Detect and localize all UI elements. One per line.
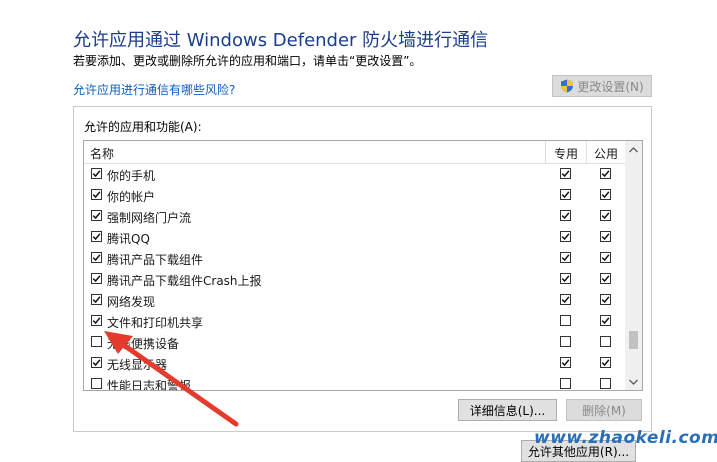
row-enabled-checkbox[interactable] — [91, 336, 102, 347]
table-row[interactable]: 腾讯产品下载组件Crash上报 — [84, 269, 625, 290]
row-enabled-checkbox[interactable] — [91, 189, 102, 200]
private-checkbox[interactable] — [560, 189, 571, 200]
table-row[interactable]: 腾讯产品下载组件 — [84, 248, 625, 269]
details-button[interactable]: 详细信息(L)... — [458, 399, 557, 421]
table-row[interactable]: 腾讯QQ — [84, 227, 625, 248]
table-row[interactable]: 网络发现 — [84, 290, 625, 311]
private-checkbox[interactable] — [560, 252, 571, 263]
table-row[interactable]: 你的帐户 — [84, 185, 625, 206]
public-checkbox[interactable] — [600, 357, 611, 368]
allowed-apps-group: 允许的应用和功能(A): 名称 专用 公用 你的手机你的帐户强制网络门户流 腾讯Q… — [73, 106, 652, 432]
row-name: 腾讯产品下载组件 — [107, 253, 204, 267]
public-checkbox[interactable] — [600, 273, 611, 284]
row-name: 腾讯QQ — [107, 232, 150, 246]
private-checkbox[interactable] — [560, 210, 571, 221]
allowed-apps-label: 允许的应用和功能(A): — [84, 120, 202, 134]
vertical-scrollbar[interactable] — [625, 141, 642, 390]
scroll-up-icon[interactable] — [625, 141, 642, 158]
row-name: 无线便携设备 — [107, 337, 180, 351]
list-rows: 你的手机你的帐户强制网络门户流 腾讯QQ 腾讯产品下载组件腾讯产品下载组件Crash… — [84, 164, 625, 391]
public-checkbox[interactable] — [600, 168, 611, 179]
change-settings-button[interactable]: 更改设置(N) — [552, 75, 652, 97]
table-row[interactable]: 无线便携设备 — [84, 332, 625, 353]
allowed-apps-list[interactable]: 名称 专用 公用 你的手机你的帐户强制网络门户流 腾讯QQ 腾讯产品下载组件腾讯产品… — [83, 140, 643, 391]
public-checkbox[interactable] — [600, 336, 611, 347]
table-row[interactable]: 性能日志和警报 — [84, 374, 625, 391]
row-enabled-checkbox[interactable] — [91, 315, 102, 326]
scroll-down-icon[interactable] — [625, 373, 642, 390]
private-checkbox[interactable] — [560, 273, 571, 284]
row-name: 性能日志和警报 — [107, 379, 192, 391]
scroll-thumb[interactable] — [629, 331, 638, 349]
row-enabled-checkbox[interactable] — [91, 210, 102, 221]
row-enabled-checkbox[interactable] — [91, 378, 102, 389]
row-enabled-checkbox[interactable] — [91, 357, 102, 368]
row-enabled-checkbox[interactable] — [91, 273, 102, 284]
row-name: 网络发现 — [107, 295, 156, 309]
public-checkbox[interactable] — [600, 189, 611, 200]
row-enabled-checkbox[interactable] — [91, 252, 102, 263]
row-name: 强制网络门户流 — [107, 211, 192, 225]
private-checkbox[interactable] — [560, 294, 571, 305]
row-name: 你的手机 — [107, 169, 156, 183]
row-name: 腾讯产品下载组件Crash上报 — [107, 274, 262, 288]
private-checkbox[interactable] — [560, 378, 571, 389]
page-subtitle: 若要添加、更改或删除所允许的应用和端口，请单击“更改设置”。 — [73, 54, 422, 68]
public-checkbox[interactable] — [600, 315, 611, 326]
column-private[interactable]: 专用 — [546, 145, 586, 162]
page-title: 允许应用通过 Windows Defender 防火墙进行通信 — [73, 30, 489, 51]
public-checkbox[interactable] — [600, 378, 611, 389]
private-checkbox[interactable] — [560, 336, 571, 347]
uac-shield-icon — [561, 79, 574, 93]
private-checkbox[interactable] — [560, 168, 571, 179]
public-checkbox[interactable] — [600, 294, 611, 305]
private-checkbox[interactable] — [560, 357, 571, 368]
delete-button[interactable]: 删除(M) — [566, 399, 642, 421]
watermark-text: www.zhaokeli.com — [534, 428, 717, 448]
row-name: 你的帐户 — [107, 190, 156, 204]
row-name: 文件和打印机共享 — [107, 316, 204, 330]
row-enabled-checkbox[interactable] — [91, 231, 102, 242]
list-header: 名称 专用 公用 — [84, 141, 625, 164]
table-row[interactable]: 无线显示器 — [84, 353, 625, 374]
row-name: 无线显示器 — [107, 358, 168, 372]
change-settings-label: 更改设置(N) — [577, 79, 644, 94]
public-checkbox[interactable] — [600, 210, 611, 221]
column-name[interactable]: 名称 — [90, 145, 114, 162]
private-checkbox[interactable] — [560, 231, 571, 242]
public-checkbox[interactable] — [600, 252, 611, 263]
private-checkbox[interactable] — [560, 315, 571, 326]
table-row[interactable]: 文件和打印机共享 — [84, 311, 625, 332]
table-row[interactable]: 强制网络门户流 — [84, 206, 625, 227]
row-enabled-checkbox[interactable] — [91, 168, 102, 179]
table-row[interactable]: 你的手机 — [84, 164, 625, 185]
risk-info-link[interactable]: 允许应用进行通信有哪些风险? — [73, 81, 235, 98]
column-public[interactable]: 公用 — [587, 145, 625, 162]
public-checkbox[interactable] — [600, 231, 611, 242]
row-enabled-checkbox[interactable] — [91, 294, 102, 305]
